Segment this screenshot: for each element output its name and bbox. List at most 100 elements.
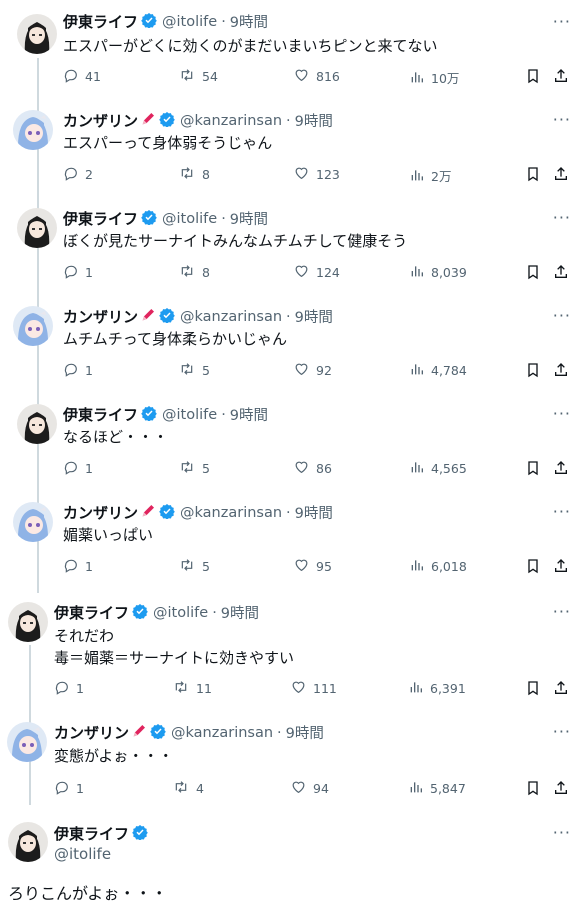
bookmark-icon[interactable]	[525, 679, 541, 701]
reply-button[interactable]: 1	[63, 557, 93, 574]
reply-button[interactable]: 2	[63, 165, 93, 182]
red-pen-icon	[140, 307, 156, 327]
avatar-kanzarinsan[interactable]	[13, 306, 53, 346]
tweet-actions: 1 11 111 6,391	[54, 679, 574, 701]
avatar-itolife[interactable]	[17, 208, 57, 248]
timestamp[interactable]: 9時間	[295, 502, 333, 523]
retweet-button[interactable]: 5	[178, 459, 210, 476]
user-name[interactable]: カンザリン	[63, 502, 138, 523]
views-button[interactable]: 5,847	[408, 779, 466, 796]
retweet-button[interactable]: 8	[178, 165, 210, 182]
like-button[interactable]: 92	[293, 361, 332, 378]
like-button[interactable]: 95	[293, 557, 332, 574]
user-handle[interactable]: @kanzarinsan	[180, 113, 282, 129]
like-button[interactable]: 123	[293, 165, 340, 182]
user-handle[interactable]: @itolife	[153, 605, 208, 621]
share-icon[interactable]	[553, 263, 569, 285]
tweet-actions: 41 54 816 10万	[63, 67, 573, 89]
retweet-button[interactable]: 5	[178, 557, 210, 574]
share-icon[interactable]	[553, 361, 569, 383]
share-icon[interactable]	[553, 557, 569, 579]
user-handle[interactable]: @kanzarinsan	[180, 309, 282, 325]
retweet-button[interactable]: 5	[178, 361, 210, 378]
reply-button[interactable]: 1	[54, 779, 84, 796]
user-handle[interactable]: @itolife	[162, 211, 217, 227]
user-name[interactable]: 伊東ライフ	[63, 404, 138, 425]
more-icon[interactable]: ···	[553, 110, 571, 129]
user-name[interactable]: カンザリン	[54, 722, 129, 743]
share-icon[interactable]	[553, 459, 569, 481]
reply-button[interactable]: 1	[63, 361, 93, 378]
user-name[interactable]: 伊東ライフ	[54, 823, 129, 844]
bookmark-icon[interactable]	[525, 165, 541, 187]
reply-button[interactable]: 1	[54, 679, 84, 696]
more-icon[interactable]: ···	[553, 12, 571, 31]
retweet-button[interactable]: 8	[178, 263, 210, 280]
user-handle[interactable]: @itolife	[162, 407, 217, 423]
share-icon[interactable]	[553, 679, 569, 701]
avatar-kanzarinsan[interactable]	[7, 722, 47, 762]
user-name[interactable]: 伊東ライフ	[54, 602, 129, 623]
retweet-button[interactable]: 4	[172, 779, 204, 796]
more-icon[interactable]: ···	[553, 823, 571, 842]
share-icon[interactable]	[553, 779, 569, 801]
timestamp[interactable]: 9時間	[230, 11, 268, 32]
avatar-itolife[interactable]	[8, 822, 48, 862]
like-button[interactable]: 816	[293, 67, 340, 84]
timestamp[interactable]: 9時間	[286, 722, 324, 743]
reply-button[interactable]: 41	[63, 67, 101, 84]
user-name[interactable]: カンザリン	[63, 110, 138, 131]
separator: ·	[221, 13, 226, 30]
retweet-button[interactable]: 11	[172, 679, 212, 696]
views-button[interactable]: 2万	[409, 165, 451, 184]
user-handle[interactable]: @itolife	[54, 845, 111, 863]
like-button[interactable]: 94	[290, 779, 329, 796]
share-icon[interactable]	[553, 67, 569, 89]
bookmark-icon[interactable]	[525, 557, 541, 579]
bookmark-icon[interactable]	[525, 263, 541, 285]
avatar-itolife[interactable]	[17, 14, 57, 54]
timestamp[interactable]: 9時間	[295, 306, 333, 327]
like-button[interactable]: 86	[293, 459, 332, 476]
avatar-itolife[interactable]	[17, 404, 57, 444]
timestamp[interactable]: 9時間	[295, 110, 333, 131]
user-name[interactable]: 伊東ライフ	[63, 208, 138, 229]
views-button[interactable]: 4,784	[409, 361, 467, 378]
verified-badge-icon	[159, 503, 175, 523]
avatar-kanzarinsan[interactable]	[13, 110, 53, 150]
retweet-button[interactable]: 54	[178, 67, 218, 84]
views-button[interactable]: 6,391	[408, 679, 466, 696]
views-button[interactable]: 10万	[409, 67, 459, 86]
like-count: 95	[316, 558, 332, 574]
retweet-count: 5	[202, 460, 210, 476]
like-button[interactable]: 124	[293, 263, 340, 280]
more-icon[interactable]: ···	[553, 602, 571, 621]
like-button[interactable]: 111	[290, 679, 337, 696]
bookmark-icon[interactable]	[525, 779, 541, 801]
bookmark-icon[interactable]	[525, 67, 541, 89]
timestamp[interactable]: 9時間	[221, 602, 259, 623]
timestamp[interactable]: 9時間	[230, 208, 268, 229]
more-icon[interactable]: ···	[553, 208, 571, 227]
views-button[interactable]: 4,565	[409, 459, 467, 476]
bookmark-icon[interactable]	[525, 361, 541, 383]
more-icon[interactable]: ···	[553, 404, 571, 423]
more-icon[interactable]: ···	[553, 306, 571, 325]
avatar-itolife[interactable]	[8, 602, 48, 642]
views-button[interactable]: 6,018	[409, 557, 467, 574]
user-handle[interactable]: @kanzarinsan	[180, 505, 282, 521]
user-handle[interactable]: @kanzarinsan	[171, 725, 273, 741]
share-icon[interactable]	[553, 165, 569, 187]
bookmark-icon[interactable]	[525, 459, 541, 481]
timestamp[interactable]: 9時間	[230, 404, 268, 425]
reply-button[interactable]: 1	[63, 459, 93, 476]
more-icon[interactable]: ···	[553, 502, 571, 521]
more-icon[interactable]: ···	[553, 722, 571, 741]
user-handle[interactable]: @itolife	[162, 14, 217, 30]
reply-button[interactable]: 1	[63, 263, 93, 280]
views-icon	[411, 560, 423, 571]
avatar-kanzarinsan[interactable]	[13, 502, 53, 542]
views-button[interactable]: 8,039	[409, 263, 467, 280]
user-name[interactable]: 伊東ライフ	[63, 11, 138, 32]
user-name[interactable]: カンザリン	[63, 306, 138, 327]
